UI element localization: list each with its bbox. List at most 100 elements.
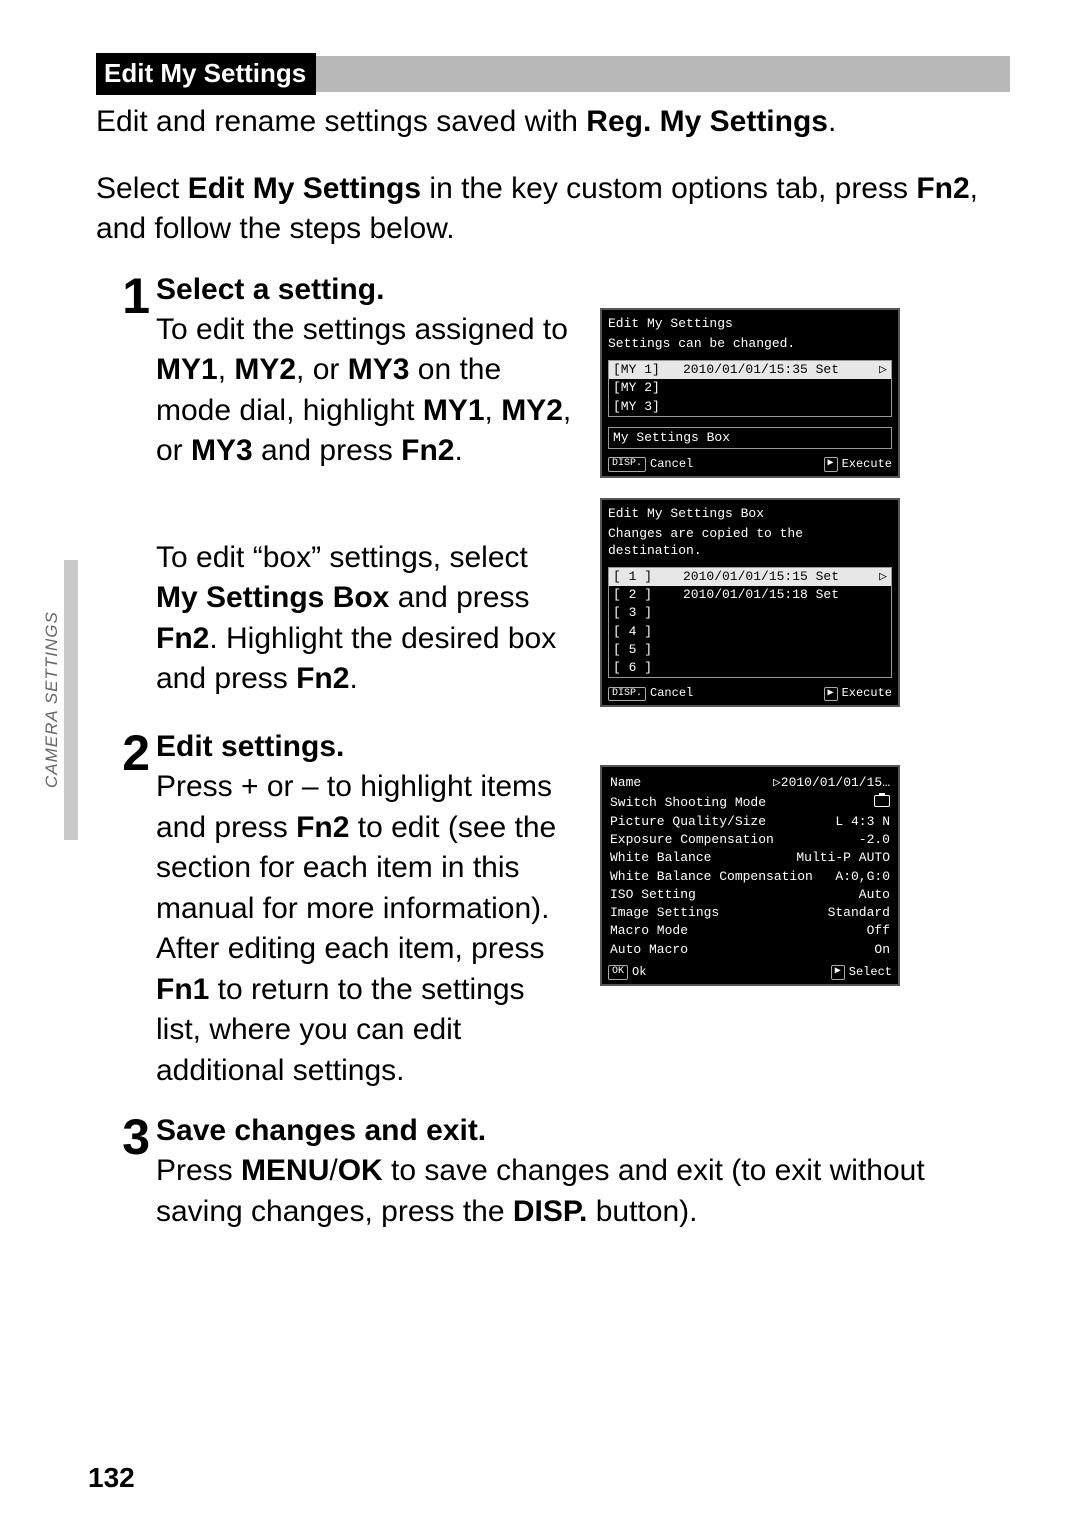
shot1-row-3-key: [MY 3] — [613, 399, 683, 415]
text: . — [454, 434, 462, 467]
shot2-footer: DISP.Cancel ▶Execute — [608, 686, 892, 701]
shot2-row-val: 2010/01/01/15:18 Set — [683, 587, 839, 603]
step-body: Edit settings. Press + or – to highlight… — [156, 729, 1010, 1091]
text: To edit “box” settings, select — [156, 541, 528, 574]
shot1-title: Edit My Settings — [608, 316, 892, 332]
shot3-row: Image Settings Standard — [608, 904, 892, 922]
shot1-subtitle: Settings can be changed. — [608, 336, 892, 352]
shot2-row: [ 6 ] — [609, 659, 891, 677]
shot2-row-val: 2010/01/01/15:15 Set — [683, 569, 839, 585]
shot2-row-key: [ 3 ] — [613, 605, 683, 621]
step-2-screenshots: Name ▷2010/01/01/15… Switch Shooting Mod… — [600, 765, 910, 1091]
shot3-row: Auto Macro On — [608, 941, 892, 959]
text: Press — [156, 1154, 241, 1187]
shot3-k: ISO Setting — [610, 887, 696, 903]
shot1-row-1-val: 2010/01/01/15:35 Set — [683, 362, 839, 378]
manual-page: CAMERA SETTINGS Edit My Settings Edit an… — [0, 0, 1080, 1522]
step-1-subtext: To edit “box” settings, select My Settin… — [156, 538, 576, 700]
shot3-v: -2.0 — [859, 832, 890, 848]
step-1-screenshots: Edit My Settings Settings can be changed… — [600, 308, 910, 708]
shot3-row: Macro ModeOff — [608, 922, 892, 940]
section-heading-strip: Edit My Settings — [96, 56, 1010, 92]
button-ref-fn1: Fn1 — [156, 973, 209, 1006]
shot2-foot-r: Execute — [842, 686, 892, 701]
camera-icon — [874, 795, 890, 807]
shot2-row-key: [ 4 ] — [613, 624, 683, 640]
step-body: Save changes and exit. Press MENU/OK to … — [156, 1113, 1010, 1232]
shot1-row-2: [MY 2] — [609, 379, 891, 397]
play-icon: ▶ — [831, 965, 845, 980]
button-ref-fn2: Fn2 — [401, 434, 454, 467]
play-icon: ▶ — [824, 457, 838, 472]
shot1-foot-r: Execute — [842, 457, 892, 472]
shot2-row: [ 4 ] — [609, 623, 891, 641]
text-bold: My Settings Box — [156, 581, 389, 614]
text: , — [218, 353, 235, 386]
shot2-list: [ 1 ] 2010/01/01/15:15 Set ▷ [ 2 ] 2010/… — [608, 567, 892, 679]
button-ref-menu: MENU — [241, 1154, 329, 1187]
button-ref-fn2: Fn2 — [916, 172, 969, 205]
shot1-row-1-key: [MY 1] — [613, 362, 683, 378]
shot3-footer: OK Ok ▶ Select — [608, 965, 892, 980]
text: in the key custom options tab, press — [421, 172, 916, 205]
shot2-foot-l: Cancel — [650, 686, 693, 701]
text: button). — [587, 1195, 697, 1228]
text: and press — [389, 581, 529, 614]
text-bold: MY1 — [423, 394, 485, 427]
shot3-k: Exposure Compensation — [610, 832, 774, 848]
step-1: 1 Select a setting. To edit the settings… — [96, 272, 1010, 708]
shot3-foot-r: Select — [849, 965, 892, 980]
step-title: Save changes and exit. — [156, 1113, 1010, 1149]
shot1-row-1: [MY 1] 2010/01/01/15:35 Set ▷ — [609, 361, 891, 379]
text-bold: MY3 — [191, 434, 253, 467]
ok-icon: OK — [608, 965, 628, 980]
shot1-footer: DISP.Cancel ▶Execute — [608, 457, 892, 472]
step-2-text: Press + or – to highlight items and pres… — [156, 767, 576, 1091]
shot3-v: Auto — [859, 887, 890, 903]
play-icon: ▶ — [824, 687, 838, 702]
shot3-foot-l: Ok — [632, 965, 646, 980]
shot2-row-key: [ 2 ] — [613, 587, 683, 603]
intro-paragraph-2: Select Edit My Settings in the key custo… — [96, 169, 1010, 250]
step-number: 3 — [110, 1115, 150, 1160]
text: / — [329, 1154, 337, 1187]
button-ref-fn2: Fn2 — [296, 662, 349, 695]
text: . — [828, 105, 836, 138]
shot3-row: Picture Quality/SizeL 4:3 N — [608, 813, 892, 831]
shot3-v: On — [874, 942, 890, 958]
text: Edit and rename settings saved with — [96, 105, 586, 138]
button-ref-disp: DISP. — [513, 1195, 588, 1228]
step-1-text: To edit the settings assigned to MY1, MY… — [156, 310, 576, 472]
shot1-list: [MY 1] 2010/01/01/15:35 Set ▷ [MY 2] [MY… — [608, 360, 892, 417]
text: . — [349, 662, 357, 695]
camera-screenshot-2: Edit My Settings Box Changes are copied … — [600, 498, 900, 707]
page-number: 132 — [88, 1462, 135, 1494]
play-icon: ▷ — [879, 569, 887, 585]
disp-icon: DISP. — [608, 457, 646, 472]
text-bold: MY3 — [348, 353, 410, 386]
step-title: Edit settings. — [156, 729, 1010, 765]
text: to return to the settings list, where yo… — [156, 973, 525, 1087]
step-title: Select a setting. — [156, 272, 1010, 308]
step-number: 2 — [110, 731, 150, 776]
text: , or — [296, 353, 348, 386]
shot3-v: A:0,G:0 — [835, 869, 890, 885]
text: , — [485, 394, 502, 427]
shot2-row: [ 5 ] — [609, 641, 891, 659]
intro-paragraph-1: Edit and rename settings saved with Reg.… — [96, 102, 1010, 143]
shot3-v: Multi-P AUTO — [796, 850, 890, 866]
side-tab-strip — [64, 560, 78, 840]
shot3-header: Name ▷2010/01/01/15… — [608, 773, 892, 793]
text-bold: MY2 — [234, 353, 296, 386]
text-bold: Reg. My Settings — [586, 105, 828, 138]
text: Select — [96, 172, 188, 205]
side-tab-label: CAMERA SETTINGS — [42, 560, 62, 840]
text: and press — [253, 434, 401, 467]
shot3-v: Standard — [828, 905, 890, 921]
shot3-k: Auto Macro — [610, 942, 688, 958]
shot2-row: [ 2 ] 2010/01/01/15:18 Set — [609, 586, 891, 604]
shot3-k: White Balance — [610, 850, 711, 866]
camera-screenshot-1: Edit My Settings Settings can be changed… — [600, 308, 900, 479]
shot3-k: White Balance Compensation — [610, 869, 813, 885]
shot3-k: Image Settings — [610, 905, 719, 921]
